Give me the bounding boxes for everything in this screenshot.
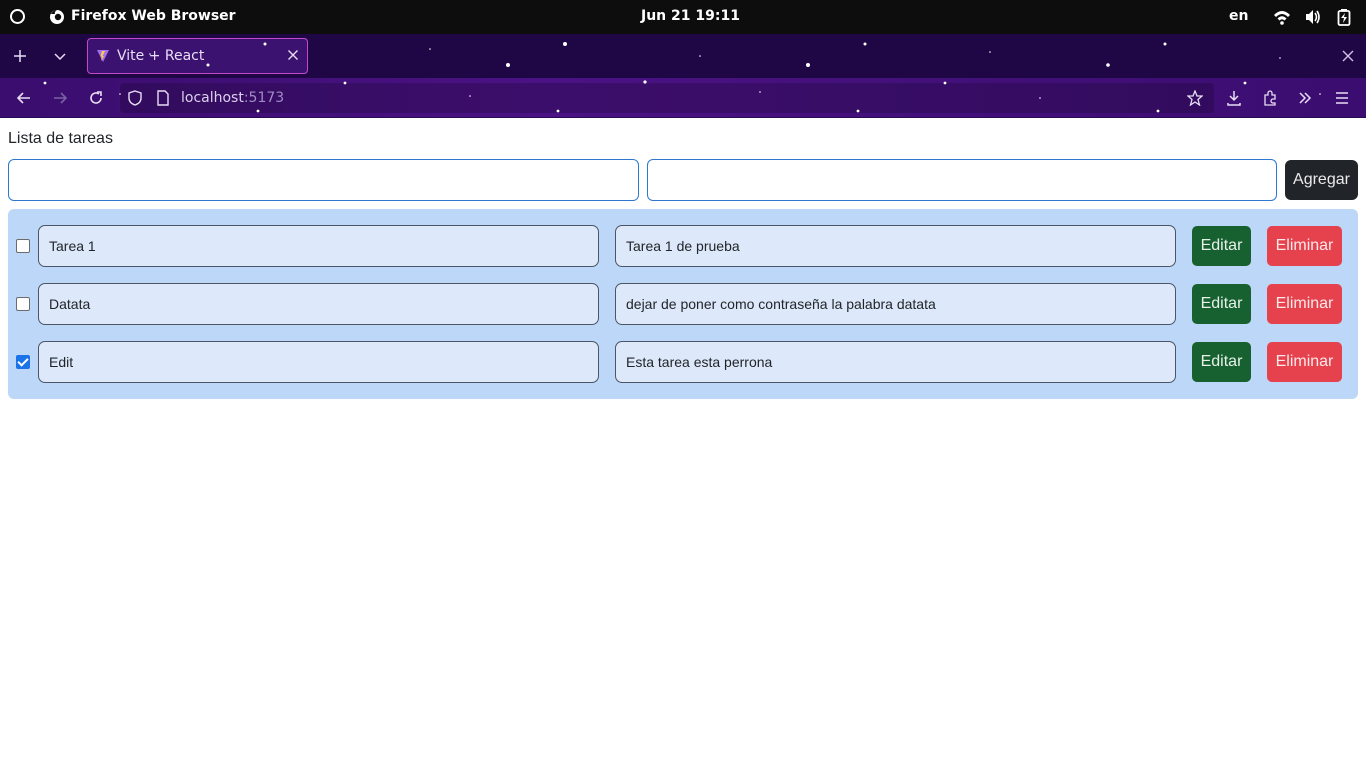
page-title: Lista de tareas <box>8 130 113 147</box>
system-top-bar: Firefox Web Browser Jun 21 19:11 en <box>0 0 1366 34</box>
downloads-button[interactable] <box>1220 84 1248 112</box>
page-info-button[interactable] <box>149 84 177 112</box>
task-title-field[interactable]: Edit <box>38 341 599 383</box>
activities-icon[interactable] <box>10 9 25 24</box>
tab-vite-react[interactable]: Vite + React <box>87 38 308 74</box>
wifi-icon[interactable] <box>1273 8 1291 26</box>
more-tools-button[interactable] <box>1291 84 1319 112</box>
page-icon <box>157 90 169 106</box>
delete-task-button[interactable]: Eliminar <box>1267 342 1342 382</box>
add-task-button[interactable]: Agregar <box>1285 160 1358 200</box>
battery-icon[interactable] <box>1335 8 1353 26</box>
tab-close-icon[interactable] <box>287 49 299 61</box>
task-row: Datata dejar de poner como contraseña la… <box>8 283 1358 325</box>
url-port: :5173 <box>243 90 285 106</box>
close-icon <box>1342 50 1354 62</box>
task-done-checkbox[interactable] <box>16 239 30 253</box>
vite-logo-icon <box>97 50 109 62</box>
shield-icon <box>128 90 142 106</box>
list-all-tabs-button[interactable] <box>46 42 74 70</box>
tab-title: Vite + React <box>117 48 205 64</box>
reload-button[interactable] <box>82 84 110 112</box>
task-description-field[interactable]: Tarea 1 de prueba <box>615 225 1176 267</box>
bookmark-button[interactable] <box>1181 84 1209 112</box>
language-indicator[interactable]: en <box>1229 8 1248 24</box>
url-text[interactable]: localhost:5173 <box>181 90 284 106</box>
task-row: Edit Esta tarea esta perrona Editar Elim… <box>8 341 1358 383</box>
app-name[interactable]: Firefox Web Browser <box>71 8 236 24</box>
menu-button[interactable] <box>1328 84 1356 112</box>
delete-task-button[interactable]: Eliminar <box>1267 284 1342 324</box>
task-done-checkbox[interactable] <box>16 355 30 369</box>
url-host: localhost <box>181 90 244 106</box>
task-title-field[interactable]: Datata <box>38 283 599 325</box>
double-chevron-right-icon <box>1299 92 1312 104</box>
clock[interactable]: Jun 21 19:11 <box>641 8 740 24</box>
edit-task-button[interactable]: Editar <box>1192 226 1251 266</box>
page-content: Lista de tareas Agregar Tarea 1 Tarea 1 … <box>0 119 1366 763</box>
firefox-icon <box>50 10 64 24</box>
plus-icon <box>14 50 26 62</box>
task-done-checkbox[interactable] <box>16 297 30 311</box>
edit-task-button[interactable]: Editar <box>1192 342 1251 382</box>
task-description-field[interactable]: dejar de poner como contraseña la palabr… <box>615 283 1176 325</box>
close-window-button[interactable] <box>1334 42 1362 70</box>
task-description-field[interactable]: Esta tarea esta perrona <box>615 341 1176 383</box>
delete-task-button[interactable]: Eliminar <box>1267 226 1342 266</box>
task-list: Tarea 1 Tarea 1 de prueba Editar Elimina… <box>8 209 1358 399</box>
edit-task-button[interactable]: Editar <box>1192 284 1251 324</box>
arrow-left-icon <box>16 92 30 104</box>
arrow-right-icon <box>54 92 68 104</box>
volume-icon[interactable] <box>1304 8 1322 26</box>
task-title-field[interactable]: Tarea 1 <box>38 225 599 267</box>
forward-button[interactable] <box>46 84 74 112</box>
new-tab-button[interactable] <box>6 42 34 70</box>
site-info-button[interactable] <box>121 84 149 112</box>
reload-icon <box>90 91 102 104</box>
back-button[interactable] <box>10 84 38 112</box>
star-icon <box>1187 90 1203 106</box>
download-icon <box>1227 91 1241 106</box>
task-title-input[interactable] <box>8 159 639 201</box>
chevron-down-icon <box>54 53 66 61</box>
hamburger-menu-icon <box>1336 92 1348 104</box>
extensions-button[interactable] <box>1256 84 1284 112</box>
puzzle-icon <box>1264 90 1276 106</box>
task-description-input[interactable] <box>647 159 1277 201</box>
task-row: Tarea 1 Tarea 1 de prueba Editar Elimina… <box>8 225 1358 267</box>
